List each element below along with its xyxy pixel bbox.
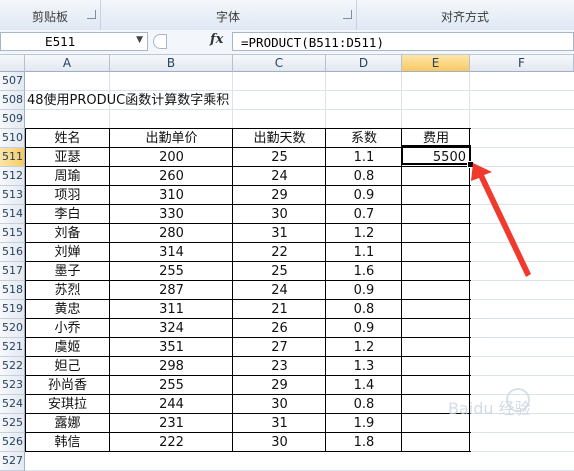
- baidu-watermark-logo: Baidu 经验: [448, 388, 531, 418]
- arrow-shape: [471, 163, 531, 277]
- svg-text:Baidu 经验: Baidu 经验: [448, 399, 531, 418]
- row-header-527[interactable]: 527: [0, 452, 25, 471]
